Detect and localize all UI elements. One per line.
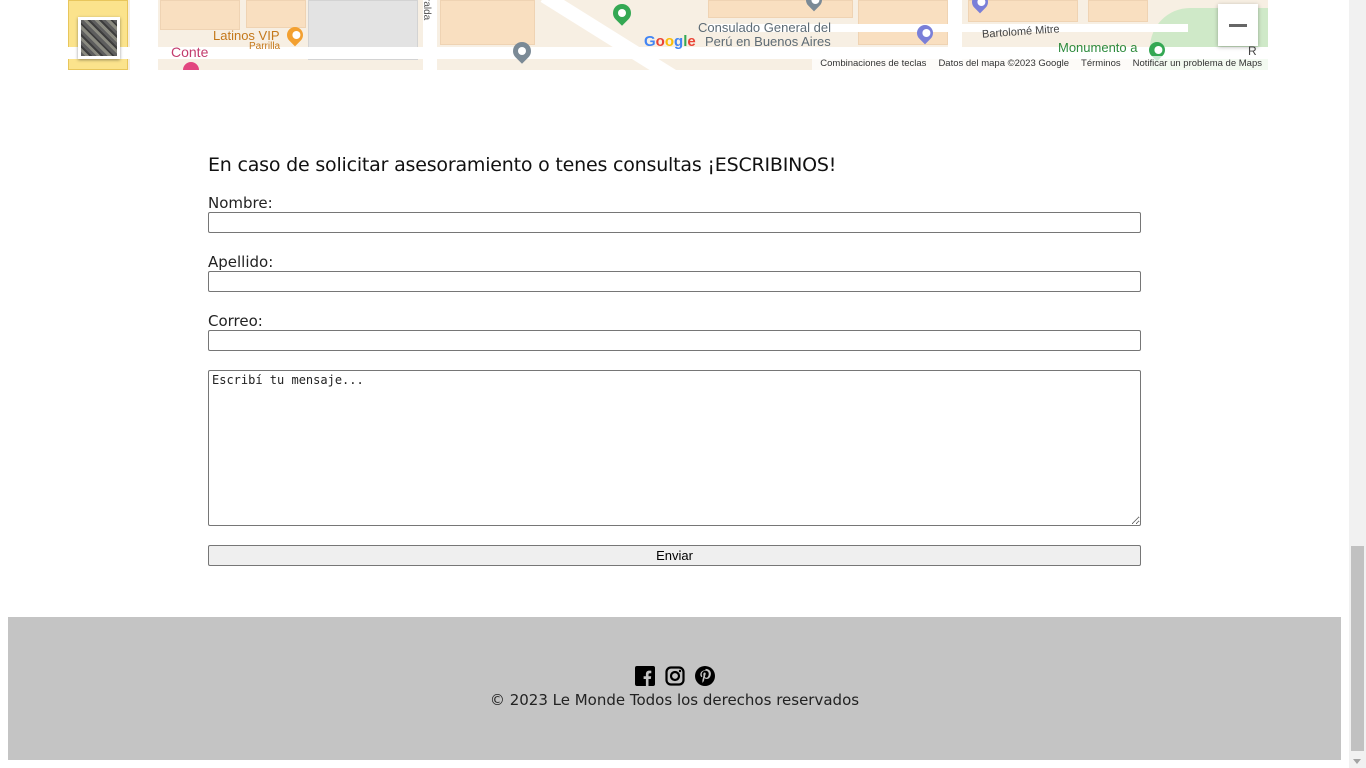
map-block [708, 0, 853, 18]
minus-icon [1229, 23, 1247, 27]
map-block [160, 0, 240, 30]
map-label-consulado-2: Perú en Buenos Aires [705, 34, 831, 49]
map-block [246, 0, 306, 28]
map-block [1088, 0, 1148, 22]
map-pin-pink[interactable] [183, 62, 199, 70]
nombre-label: Nombre: [208, 194, 273, 212]
map-label-monumento: Monumento a [1058, 40, 1138, 55]
pinterest-icon[interactable] [694, 666, 715, 686]
social-links [8, 666, 1341, 686]
map-label-consulado: Consulado General del [698, 20, 831, 35]
form-title: En caso de solicitar asesoramiento o ten… [208, 154, 837, 176]
scroll-down-arrow-icon[interactable] [1353, 759, 1361, 764]
map-attribution: Combinaciones de teclas Datos del mapa ©… [812, 56, 1268, 70]
nombre-input[interactable] [208, 212, 1141, 233]
apellido-label: Apellido: [208, 253, 274, 271]
terms-link[interactable]: Términos [1081, 58, 1121, 69]
keyboard-shortcuts-link[interactable]: Combinaciones de teclas [820, 58, 926, 69]
map-label-street: ralda [421, 0, 432, 21]
map-block [440, 0, 535, 45]
satellite-layer-toggle[interactable] [78, 17, 120, 59]
correo-label: Correo: [208, 312, 263, 330]
zoom-out-button[interactable] [1218, 4, 1258, 46]
submit-button[interactable]: Enviar [208, 545, 1141, 566]
instagram-icon[interactable] [664, 666, 685, 686]
facebook-icon[interactable] [634, 666, 655, 686]
message-textarea[interactable] [208, 370, 1141, 526]
report-problem-link[interactable]: Notificar un problema de Maps [1133, 58, 1262, 69]
page-scrollbar[interactable] [1349, 0, 1366, 768]
copyright-text: © 2023 Le Monde Todos los derechos reser… [489, 691, 860, 709]
map-pin-green[interactable] [609, 0, 635, 26]
google-logo: Google [644, 33, 696, 50]
correo-input[interactable] [208, 330, 1141, 351]
map-road [130, 0, 158, 70]
footer: © 2023 Le Monde Todos los derechos reser… [8, 617, 1341, 760]
contact-form: En caso de solicitar asesoramiento o ten… [208, 152, 1142, 566]
map-label-conte: Conte [171, 44, 209, 60]
map-data-credit: Datos del mapa ©2023 Google [938, 57, 1070, 69]
map-block [858, 0, 948, 45]
embedded-map[interactable]: Conte Latinos VIP Parrilla ralda Consula… [68, 0, 1268, 70]
map-label-parrilla: Parrilla [249, 41, 281, 52]
apellido-input[interactable] [208, 271, 1141, 292]
scrollbar-thumb[interactable] [1351, 546, 1364, 751]
